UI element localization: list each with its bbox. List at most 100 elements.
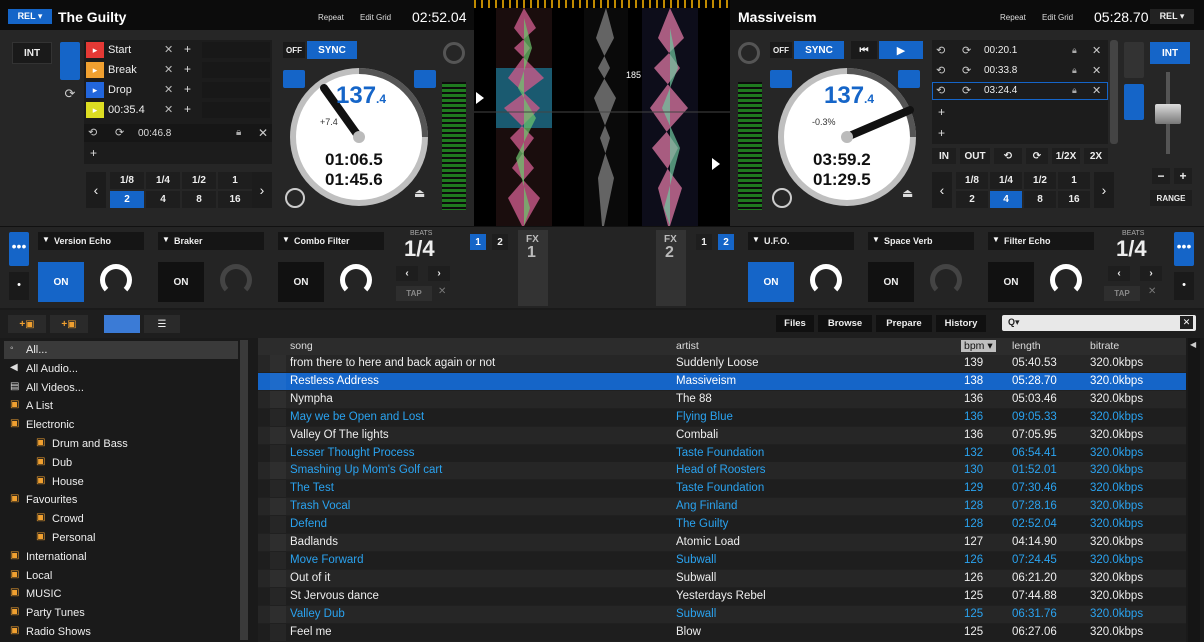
left-loop-size-button[interactable]: 1/2 — [182, 172, 216, 189]
add-cue-icon[interactable]: + — [90, 146, 97, 160]
right-rel-button[interactable]: REL ▾ — [1150, 9, 1194, 24]
fx-on-button[interactable]: ON — [158, 262, 204, 302]
left-gain-knob[interactable] — [443, 42, 465, 64]
fx-on-button[interactable]: ON — [38, 262, 84, 302]
table-scrollbar[interactable] — [1188, 338, 1200, 642]
left-cue-add-icon[interactable]: + — [184, 82, 191, 96]
left-loop-size-button[interactable]: 1/8 — [110, 172, 144, 189]
left-cue-label[interactable]: 00:35.4 — [108, 104, 164, 116]
right-cue-row[interactable] — [932, 82, 1108, 100]
left-loop-size-button[interactable]: 8 — [182, 191, 216, 208]
left-cue-color-swatch[interactable]: ▸ — [86, 102, 104, 118]
loop-half-button[interactable]: 1/2X — [1052, 148, 1080, 164]
left-cue-slot[interactable] — [202, 82, 270, 98]
lock-icon[interactable]: 🔒︎ — [1072, 45, 1077, 56]
right-loop-prev[interactable]: ‹ — [932, 172, 952, 208]
pitch-slider-handle[interactable] — [1155, 104, 1181, 124]
loop-back-icon[interactable]: ⟲ — [88, 126, 97, 139]
close-icon[interactable]: ✕ — [1092, 44, 1101, 57]
browser-tab-history[interactable]: History — [936, 315, 986, 332]
column-header[interactable]: artist — [676, 340, 699, 352]
right-cue-row[interactable] — [932, 62, 1108, 80]
left-beats-next[interactable]: › — [428, 266, 450, 281]
right-fx-deck-2[interactable]: 2 — [718, 234, 734, 250]
cue-cycle-icon[interactable]: ⟳ — [962, 44, 971, 57]
detail-view-button[interactable]: ☰ — [144, 315, 180, 333]
right-fx-deck-1[interactable]: 1 — [696, 234, 712, 250]
loop-double-button[interactable]: 2X — [1084, 148, 1108, 164]
left-cue-add-icon[interactable]: + — [184, 62, 191, 76]
right-gain-knob[interactable] — [738, 42, 760, 64]
add-folder-button[interactable]: +▣ — [8, 315, 46, 333]
tree-scrollbar[interactable] — [240, 340, 248, 640]
left-cue-label[interactable]: Start — [108, 44, 164, 56]
close-icon[interactable]: ✕ — [1092, 64, 1101, 77]
left-cue-color-swatch[interactable]: ▸ — [86, 62, 104, 78]
fx-knob[interactable] — [1050, 264, 1082, 296]
left-cue-mode-icon[interactable] — [60, 42, 80, 80]
close-icon[interactable]: ✕ — [1092, 84, 1101, 97]
left-cue-delete-icon[interactable]: ✕ — [164, 43, 173, 56]
left-off-button[interactable]: OFF — [283, 42, 305, 58]
fx-on-button[interactable]: ON — [868, 262, 914, 302]
left-rel-button[interactable]: REL ▾ — [8, 9, 52, 24]
right-loop-next[interactable]: › — [1094, 172, 1114, 208]
right-int-button[interactable]: INT — [1150, 42, 1190, 64]
browser-tab-files[interactable]: Files — [776, 315, 814, 332]
left-edit-grid-button[interactable]: Edit Grid — [360, 13, 391, 22]
left-repeat-button[interactable]: Repeat — [318, 13, 344, 22]
fx-knob[interactable] — [340, 264, 372, 296]
pitch-range-button[interactable]: RANGE — [1150, 190, 1192, 206]
fx-on-button[interactable]: ON — [988, 262, 1034, 302]
right-sync-button[interactable]: SYNC — [794, 41, 844, 59]
left-loop-size-button[interactable]: 1/4 — [146, 172, 180, 189]
search-clear-icon[interactable]: ✕ — [1180, 316, 1193, 329]
lock-icon[interactable]: 🔒︎ — [1072, 65, 1077, 76]
pitch-minus-button[interactable]: − — [1152, 168, 1170, 184]
left-cue-add-icon[interactable]: + — [184, 42, 191, 56]
right-cue-row[interactable] — [932, 42, 1108, 60]
left-cue-delete-icon[interactable]: ✕ — [164, 63, 173, 76]
right-edit-grid-button[interactable]: Edit Grid — [1042, 13, 1073, 22]
left-loop-mode-icon[interactable]: ⟳ — [60, 86, 80, 108]
loop-cycle-icon[interactable]: ⟳ — [1026, 148, 1048, 164]
fx-on-button[interactable]: ON — [278, 262, 324, 302]
right-loop-size-button[interactable]: 1/4 — [990, 172, 1022, 189]
right-beats-next[interactable]: › — [1140, 266, 1162, 281]
column-header[interactable]: length — [1012, 340, 1041, 352]
left-fx-deck-2[interactable]: 2 — [492, 234, 508, 250]
left-cue-color-swatch[interactable]: ▸ — [86, 82, 104, 98]
right-tap-close[interactable]: ✕ — [1148, 286, 1156, 297]
right-tap-button[interactable]: TAP — [1104, 286, 1140, 301]
fx-knob[interactable] — [220, 264, 252, 296]
loop-cycle-icon[interactable]: ⟳ — [115, 126, 124, 139]
left-int-button[interactable]: INT — [12, 42, 52, 64]
right-loop-size-button[interactable]: 8 — [1024, 191, 1056, 208]
lock-icon[interactable]: 🔒︎ — [1072, 85, 1077, 96]
list-view-button[interactable] — [104, 315, 140, 333]
right-loop-size-button[interactable]: 16 — [1058, 191, 1090, 208]
left-cue-slot[interactable] — [202, 62, 270, 78]
fx-knob[interactable] — [810, 264, 842, 296]
fx-on-button[interactable]: ON — [748, 262, 794, 302]
fx-knob[interactable] — [100, 264, 132, 296]
column-header[interactable]: bitrate — [1090, 340, 1119, 352]
left-cue-slot[interactable] — [202, 42, 270, 58]
right-cue-scrollbar[interactable] — [1110, 40, 1118, 144]
right-off-button[interactable]: OFF — [770, 42, 792, 58]
column-header[interactable]: song — [290, 340, 313, 352]
cue-cycle-icon[interactable]: ⟳ — [962, 64, 971, 77]
left-fx-dot-icon[interactable]: • — [9, 272, 29, 300]
left-fx-deck-1[interactable]: 1 — [470, 234, 486, 250]
left-cue-add-icon[interactable]: + — [184, 102, 191, 116]
right-loop-mode-icon[interactable] — [1124, 84, 1144, 120]
search-box[interactable] — [1002, 315, 1196, 331]
add-filter-button[interactable]: +▣ — [50, 315, 88, 333]
loop-in-button[interactable]: IN — [932, 148, 956, 164]
right-fx-menu-icon[interactable]: ••• — [1174, 232, 1194, 266]
left-tap-close[interactable]: ✕ — [438, 286, 446, 297]
right-repeat-button[interactable]: Repeat — [1000, 13, 1026, 22]
left-sync-button[interactable]: SYNC — [307, 41, 357, 59]
right-cue-button[interactable]: ⏮ — [851, 41, 877, 59]
right-cue-mode-icon[interactable] — [1124, 42, 1144, 78]
